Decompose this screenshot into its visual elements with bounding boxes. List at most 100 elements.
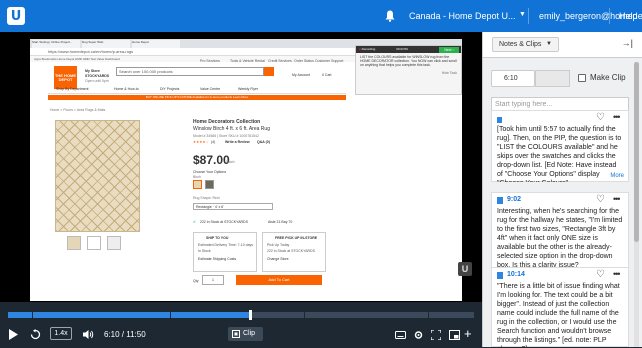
notes-clips-tab[interactable]: Notes & Clips ▼ — [492, 37, 559, 52]
pickup-in-store-option: FREE PICK UP IN-STORE Pick Up Today 222 … — [262, 232, 326, 272]
recorded-screen: Start Testing | Online Project... Rug Su… — [30, 39, 462, 301]
keyboard-icon[interactable] — [395, 331, 406, 339]
hd-nav-bar: Shop By Department Home & How-to DIY Pro… — [48, 85, 346, 94]
note-header: ♡ ••• — [492, 111, 628, 125]
app-logo[interactable]: U — [7, 7, 25, 25]
help-link[interactable]: Help — [619, 11, 638, 21]
note-more-link[interactable]: More — [610, 173, 624, 179]
product-name: Winslow Birch 4 ft. x 6 ft. Area Rug — [193, 126, 270, 132]
recorder-timer: 00:03:56 — [396, 47, 408, 51]
change-store-link: Change Store — [267, 257, 289, 261]
product-thumbnail — [67, 236, 81, 250]
browser-tab: Start Testing | Online Project... — [32, 40, 80, 48]
color-swatch-birch — [193, 180, 202, 189]
panel-scrollbar-thumb[interactable] — [634, 62, 639, 242]
note-type-icon — [497, 117, 502, 123]
panel-scrollbar[interactable] — [634, 62, 639, 347]
product-thumbnail — [87, 236, 101, 250]
make-clip-checkbox[interactable] — [578, 74, 586, 82]
qa-link: Q&A (0) — [257, 140, 270, 144]
my-store-name: STOCKYARDS — [85, 74, 110, 78]
divider — [609, 8, 610, 24]
timeline-segment-divider — [170, 312, 171, 318]
rating-count: (4) — [211, 140, 216, 144]
add-note-plus-icon[interactable]: + — [464, 326, 472, 341]
browser-tab: Home Depot — [132, 40, 180, 48]
qty-label: Qty — [193, 279, 199, 283]
pickup-title: FREE PICK UP IN-STORE — [275, 236, 318, 240]
heart-icon[interactable]: ♡ — [596, 194, 605, 205]
choose-options-label: Choose Your Options — [193, 170, 227, 174]
note-type-icon — [497, 197, 503, 204]
note-timestamp[interactable]: 10:14 — [507, 271, 525, 278]
play-icon[interactable] — [9, 329, 18, 340]
my-store-label: My Store — [85, 69, 100, 73]
header-link: Credit Services — [268, 59, 292, 63]
top-bar: U Canada - Home Depot U... ▼ emily_berge… — [0, 0, 642, 32]
workspace-chevron-down-icon[interactable]: ▼ — [519, 11, 526, 18]
heart-icon[interactable]: ♡ — [596, 112, 605, 123]
product-thumbnail — [107, 236, 121, 250]
promo-banner: BUY ONLINE PICK UP IN-STORE Available fo… — [48, 95, 346, 100]
picture-in-picture-icon[interactable] — [449, 330, 460, 340]
recorder-label: Recording — [361, 47, 376, 51]
model-number: Model # 34566 | Store SKU # 1000781542 — [193, 134, 259, 138]
more-options-icon[interactable]: ••• — [613, 112, 621, 122]
note-text: "There is a little bit of issue finding … — [497, 283, 620, 348]
note-timestamp[interactable]: 9:02 — [507, 196, 521, 203]
heart-icon[interactable]: ♡ — [596, 269, 605, 280]
chevron-down-icon: ▼ — [546, 41, 552, 47]
pickup-stock: 222 in Stock at STOCKYARDS — [267, 249, 315, 253]
more-options-icon[interactable]: ••• — [613, 269, 621, 279]
volume-icon[interactable] — [83, 329, 94, 340]
clip-button[interactable]: Clip — [228, 327, 263, 341]
playback-speed-button[interactable]: 1.4x — [50, 327, 72, 340]
recording-dot-icon: ● — [359, 47, 361, 51]
more-options-icon[interactable]: ••• — [613, 194, 621, 204]
my-account-link: My Account — [292, 73, 311, 77]
timeline-playhead[interactable] — [249, 310, 253, 320]
make-clip-label: Make Clip — [590, 73, 626, 82]
rewind-icon[interactable] — [30, 329, 41, 340]
notifications-bell-icon[interactable] — [385, 10, 395, 22]
aisle-location: Aisle 21 Bay 70 — [268, 220, 293, 224]
note-type-icon — [497, 272, 503, 279]
nav-item: Value Centre — [200, 87, 221, 91]
estimate-shipping-link: Estimate Shipping Costs — [198, 257, 237, 261]
timeline-segment-divider — [304, 312, 305, 318]
ship-detail: Estimated Delivery Time: 7-10 days — [198, 243, 254, 247]
clip-label: Clip — [243, 330, 256, 337]
add-to-cart-button: Add To Cart — [236, 275, 322, 285]
timeline-progress — [8, 312, 251, 318]
nav-item: DIY Projects — [160, 87, 180, 91]
hd-search-input: Search over 100,000 products — [116, 67, 264, 76]
note-text: Interesting, when he's searching for the… — [497, 208, 623, 269]
color-label: Birch — [193, 175, 201, 179]
timeline-segment-divider — [32, 312, 33, 318]
browser-tab: Rug Super Web — [82, 40, 130, 48]
fullscreen-icon[interactable] — [431, 330, 441, 340]
product-image-rug — [55, 120, 140, 232]
workspace-selector[interactable]: Canada - Home Depot U... — [409, 11, 516, 21]
timecode-input[interactable]: 6:10 — [491, 70, 535, 87]
recorder-task-text: LIST the COLOURS available for WINSLOW r… — [360, 55, 457, 67]
pickup-detail: Pick Up Today — [267, 243, 290, 247]
note-text: [Took him until 5:57 to actually find th… — [497, 126, 622, 182]
collapse-panel-icon[interactable]: →| — [622, 38, 633, 48]
price-unit: /each — [226, 160, 235, 164]
timeline-track[interactable] — [8, 310, 474, 320]
breadcrumb: Home > Floors > Area Rugs & Mats — [50, 108, 106, 112]
brand-name: Home Decorators Collection — [193, 119, 261, 125]
nav-item: Home & How-to — [114, 87, 139, 91]
recorder-next-button: Next › — [439, 47, 459, 53]
nav-item: Shop By Department — [56, 87, 89, 91]
settings-gear-icon[interactable] — [413, 330, 424, 340]
note-header: 9:02 ♡ ••• — [492, 193, 628, 207]
stock-status: 222 in Stock at STOCKYARDS — [200, 220, 248, 224]
note-card: ♡ ••• [Took him until 5:57 to actually f… — [491, 110, 629, 182]
star-rating-icon: ★★★★☆ — [193, 140, 209, 144]
clip-end-input[interactable] — [535, 70, 570, 87]
price: $87.00 — [193, 153, 230, 167]
qty-input: 1 — [202, 275, 224, 285]
ship-stock: In Stock — [198, 249, 211, 253]
